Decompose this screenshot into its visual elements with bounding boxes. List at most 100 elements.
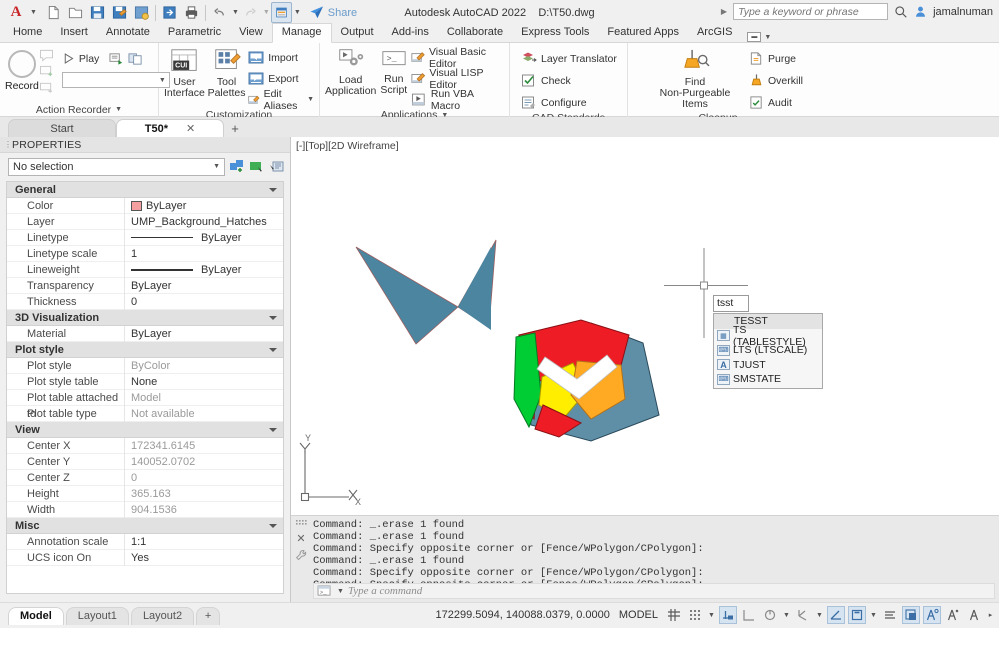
chevron-down-icon[interactable] [269,347,277,352]
panel-expand-caret-icon[interactable]: ▼ [115,106,122,113]
new-tab-button[interactable]: + [224,119,246,137]
property-group-misc[interactable]: Misc [7,518,283,534]
ribbon-tab-add-ins[interactable]: Add-ins [383,24,438,42]
close-command-line-icon[interactable]: ✕ [296,532,305,545]
visual-lisp-editor-button[interactable]: Visual LISP Editor [411,67,504,91]
ribbon-tab-output[interactable]: Output [332,24,383,42]
toggle-pickadd-icon[interactable] [229,159,245,174]
autocomplete-dropdown[interactable]: TESST ▦ TS (TABLESTYLE) ⌨ LTS (LTSCALE) … [713,313,823,389]
autoscale-icon[interactable] [965,606,983,624]
visual-basic-editor-button[interactable]: Visual Basic Editor [411,46,504,70]
edit-aliases-caret-icon[interactable]: ▼ [307,96,314,103]
ribbon-tab-express-tools[interactable]: Express Tools [512,24,598,42]
autocomplete-item-smstate[interactable]: ⌨ SMSTATE [714,372,822,387]
osnap-tracking-caret-icon[interactable]: ▼ [815,606,824,624]
plot-icon[interactable] [181,2,202,23]
property-row-annotation-scale[interactable]: Annotation scale 1:1 [7,533,283,550]
chevron-down-icon[interactable] [269,187,277,192]
isometric-drafting-icon[interactable] [761,606,779,624]
ribbon-tab-parametric[interactable]: Parametric [159,24,230,42]
command-prompt-icon[interactable]: >_ [317,585,332,597]
close-icon[interactable]: ✕ [186,122,195,135]
lineweight-icon[interactable] [848,606,866,624]
chevron-down-icon[interactable] [269,427,277,432]
export-button[interactable]: Export [248,69,314,88]
action-macro-combo[interactable]: ▼ [61,72,170,88]
user-avatar-icon[interactable] [914,5,927,18]
property-value-linetype[interactable]: ByLayer [125,232,283,244]
property-row-color[interactable]: Color ByLayer [7,197,283,214]
redo-icon[interactable] [240,2,261,23]
undo-icon[interactable] [209,2,230,23]
file-tab-start[interactable]: Start [8,119,116,137]
search-expand-icon[interactable]: ▶ [721,7,727,16]
grid-display-icon[interactable] [665,606,683,624]
run-script-button[interactable]: >_ Run Script [377,46,410,96]
transparency-icon[interactable] [881,606,899,624]
autocomplete-item-tjust[interactable]: A TJUST [714,358,822,373]
drawing-canvas[interactable]: [-][Top][2D Wireframe] Y X tsst TESST ▦ … [291,137,999,515]
search-input[interactable] [733,3,889,20]
record-button[interactable] [7,50,36,78]
layout-tab-model[interactable]: Model [8,606,64,625]
panel-title-action-recorder[interactable]: Action Recorder ▼ [0,102,158,117]
property-row-plot-style-table[interactable]: Plot style table None [7,373,283,390]
chevron-down-icon[interactable] [269,315,277,320]
isometric-settings-caret-icon[interactable]: ▼ [782,606,791,624]
property-row-thickness[interactable]: Thickness 0 [7,293,283,310]
property-row-linetype-scale[interactable]: Linetype scale 1 [7,245,283,262]
coordinates-display[interactable]: 172299.5094, 140088.0379, 0.0000 [436,609,610,621]
property-row-lineweight[interactable]: Lineweight ByLayer [7,261,283,278]
object-snap-icon[interactable] [827,606,845,624]
layout-tab-layout1[interactable]: Layout1 [65,606,129,625]
palette-grip-icon[interactable]: ⋮ [4,140,12,149]
insert-message-icon[interactable] [39,49,54,62]
property-row-transparency[interactable]: Transparency ByLayer [7,277,283,294]
chevron-down-icon[interactable]: ▼ [213,163,220,170]
polar-tracking-icon[interactable] [740,606,758,624]
autocomplete-item-lts-ltscale[interactable]: ⌨ LTS (LTSCALE) [714,343,822,358]
ribbon-minimize-control[interactable]: ▬ ▼ [747,32,771,42]
action-macro-preferences-icon[interactable] [128,52,143,66]
command-input-row[interactable]: >_ ▼ Type a command [313,583,995,599]
property-row-linetype[interactable]: Linetype ByLayer [7,229,283,246]
ribbon-tab-manage[interactable]: Manage [271,23,332,43]
property-row-material[interactable]: Material ByLayer [7,325,283,342]
qat-customize-caret-icon[interactable]: ▼ [294,9,301,16]
property-row-ucs-icon-on[interactable]: UCS icon On Yes [7,549,283,566]
property-group-3d-visualization[interactable]: 3D Visualization [7,310,283,326]
select-objects-icon[interactable] [249,159,265,174]
property-row-width[interactable]: Width 904.1536 [7,501,283,518]
annotation-monitor-icon[interactable] [923,606,941,624]
dynamic-input-field[interactable]: tsst [713,295,749,312]
file-tab-t50[interactable]: T50* ✕ [116,119,224,137]
manage-action-macros-icon[interactable] [109,52,124,66]
open-file-icon[interactable] [65,2,86,23]
ribbon-tab-annotate[interactable]: Annotate [97,24,159,42]
ribbon-minimize-caret-icon[interactable]: ▼ [764,34,771,41]
autocad-logo-icon[interactable]: A [3,2,29,24]
object-snap-tracking-icon[interactable] [794,606,812,624]
snap-mode-icon[interactable] [686,606,704,624]
property-group-general[interactable]: General [7,182,283,198]
share-button[interactable]: Share [309,5,357,20]
quick-select-icon[interactable] [269,159,285,174]
property-value-lineweight[interactable]: ByLayer [125,264,283,276]
export-icon[interactable] [159,2,180,23]
status-bar-overflow-icon[interactable]: ▸ [986,606,995,624]
app-menu-caret-icon[interactable]: ▼ [30,9,37,16]
property-row-center-z[interactable]: Center Z 0 [7,469,283,486]
selection-cycling-icon[interactable] [902,606,920,624]
run-vba-macro-button[interactable]: Run VBA Macro [411,88,504,112]
purge-button[interactable]: Purge [749,49,803,68]
property-row-center-y[interactable]: Center Y 140052.0702 [7,453,283,470]
lineweight-settings-caret-icon[interactable]: ▼ [869,606,878,624]
ribbon-minimize-icon[interactable]: ▬ [747,32,762,42]
search-icon[interactable] [894,5,908,19]
import-button[interactable]: Import [248,48,314,67]
redo-caret-icon[interactable]: ▼ [263,9,270,16]
undo-caret-icon[interactable]: ▼ [232,9,239,16]
insert-base-point-icon[interactable] [39,65,54,78]
snap-settings-caret-icon[interactable]: ▼ [707,606,716,624]
property-row-plot-style[interactable]: Plot style ByColor [7,357,283,374]
